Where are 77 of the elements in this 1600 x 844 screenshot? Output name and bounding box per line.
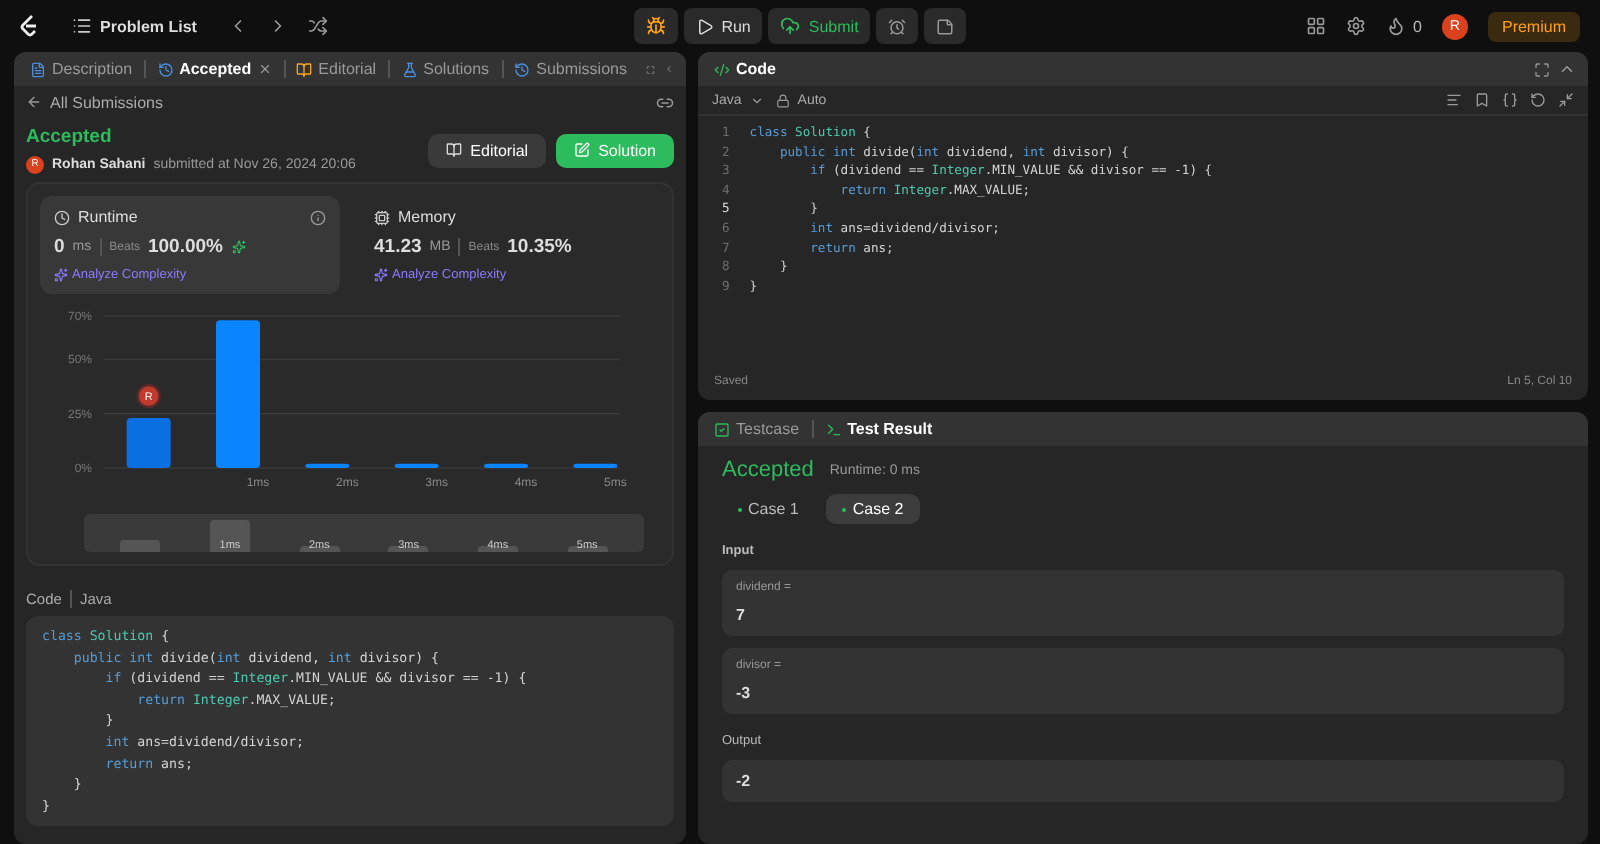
- chart-bar: [305, 463, 350, 468]
- editorial-button[interactable]: Editorial: [428, 133, 547, 167]
- back-link[interactable]: All Submissions: [26, 93, 163, 111]
- debug-button[interactable]: [633, 8, 678, 44]
- collapse-icon: [663, 60, 674, 78]
- history-icon: [514, 61, 531, 77]
- bookmark-icon: [1474, 92, 1490, 108]
- grid-icon: [1305, 16, 1326, 36]
- panel-tab[interactable]: Editorial: [292, 60, 381, 78]
- flask-icon: [401, 61, 418, 77]
- maximize-icon: [1534, 61, 1550, 77]
- panel-tab[interactable]: Test Result: [821, 420, 937, 438]
- parameter-value: 7: [736, 606, 747, 624]
- result-status: Accepted: [722, 458, 814, 482]
- clock-icon: [54, 209, 70, 225]
- chart-bar: [573, 463, 618, 468]
- sparkle-icon: [54, 268, 68, 282]
- parameter-value: -3: [736, 684, 753, 702]
- arrow-left-icon: [26, 94, 42, 110]
- note-icon: [936, 17, 955, 35]
- code-icon: [714, 61, 730, 77]
- run-button[interactable]: Run: [683, 8, 763, 44]
- edit-icon: [574, 142, 591, 158]
- book-icon: [296, 61, 313, 77]
- terminal-icon: [825, 421, 842, 437]
- stat-value: 41.23: [374, 236, 422, 258]
- collapse-icon: [1558, 60, 1576, 78]
- panel-tab[interactable]: Submissions: [510, 60, 631, 78]
- alarm-clock-icon: [888, 17, 907, 35]
- beats-value: 10.35%: [507, 236, 572, 258]
- checkbox-icon: [714, 421, 730, 437]
- chart-bar: [484, 463, 528, 468]
- chart-bar: [126, 418, 171, 468]
- streak-count: 0: [1413, 17, 1422, 35]
- sparkle-icon: [231, 240, 245, 254]
- panel-tab[interactable]: Solutions: [397, 60, 494, 78]
- braces-icon: [1502, 92, 1518, 108]
- chip-icon: [374, 209, 390, 225]
- stat-title: Runtime: [78, 208, 138, 226]
- info-icon: [310, 209, 326, 225]
- logo-icon[interactable]: [20, 14, 40, 38]
- problem-list-button[interactable]: Problem List: [60, 8, 209, 44]
- book-icon: [446, 142, 463, 158]
- chevron-down-icon: [749, 93, 764, 107]
- submission-status: Accepted: [26, 126, 114, 148]
- panel-tab[interactable]: Code: [710, 60, 780, 78]
- notes-button[interactable]: [924, 8, 967, 44]
- settings-icon: [1345, 16, 1366, 36]
- submit-button[interactable]: Submit: [768, 8, 871, 44]
- chart-bar: [394, 463, 439, 468]
- sparkle-icon: [374, 268, 388, 282]
- case-tab[interactable]: Case 1: [722, 494, 815, 524]
- case-tab[interactable]: Case 2: [826, 494, 920, 524]
- play-icon: [695, 17, 714, 35]
- undo-icon: [1530, 92, 1546, 108]
- minimize-icon: [1558, 92, 1574, 108]
- cloud-upload-icon: [780, 16, 801, 36]
- lock-icon: [775, 93, 790, 107]
- document-icon: [30, 61, 46, 77]
- stat-value: 0: [54, 236, 65, 258]
- format-icon: [1446, 92, 1462, 108]
- timer-button[interactable]: [876, 8, 919, 44]
- close-icon[interactable]: [257, 62, 272, 76]
- bug-icon: [645, 16, 666, 36]
- flame-icon: [1385, 16, 1406, 36]
- premium-button[interactable]: Premium: [1487, 11, 1580, 41]
- clock-icon: [157, 61, 174, 77]
- stat-title: Memory: [398, 208, 456, 226]
- panel-tab[interactable]: Description: [26, 60, 137, 78]
- maximize-icon: [646, 61, 656, 77]
- link-icon: [656, 93, 674, 111]
- beats-value: 100.00%: [147, 236, 223, 258]
- panel-tab[interactable]: Accepted: [153, 60, 276, 78]
- shuffle-icon: [308, 16, 329, 36]
- panel-tab[interactable]: Testcase: [710, 420, 804, 438]
- list-icon: [72, 16, 92, 36]
- output-value: -2: [736, 772, 753, 790]
